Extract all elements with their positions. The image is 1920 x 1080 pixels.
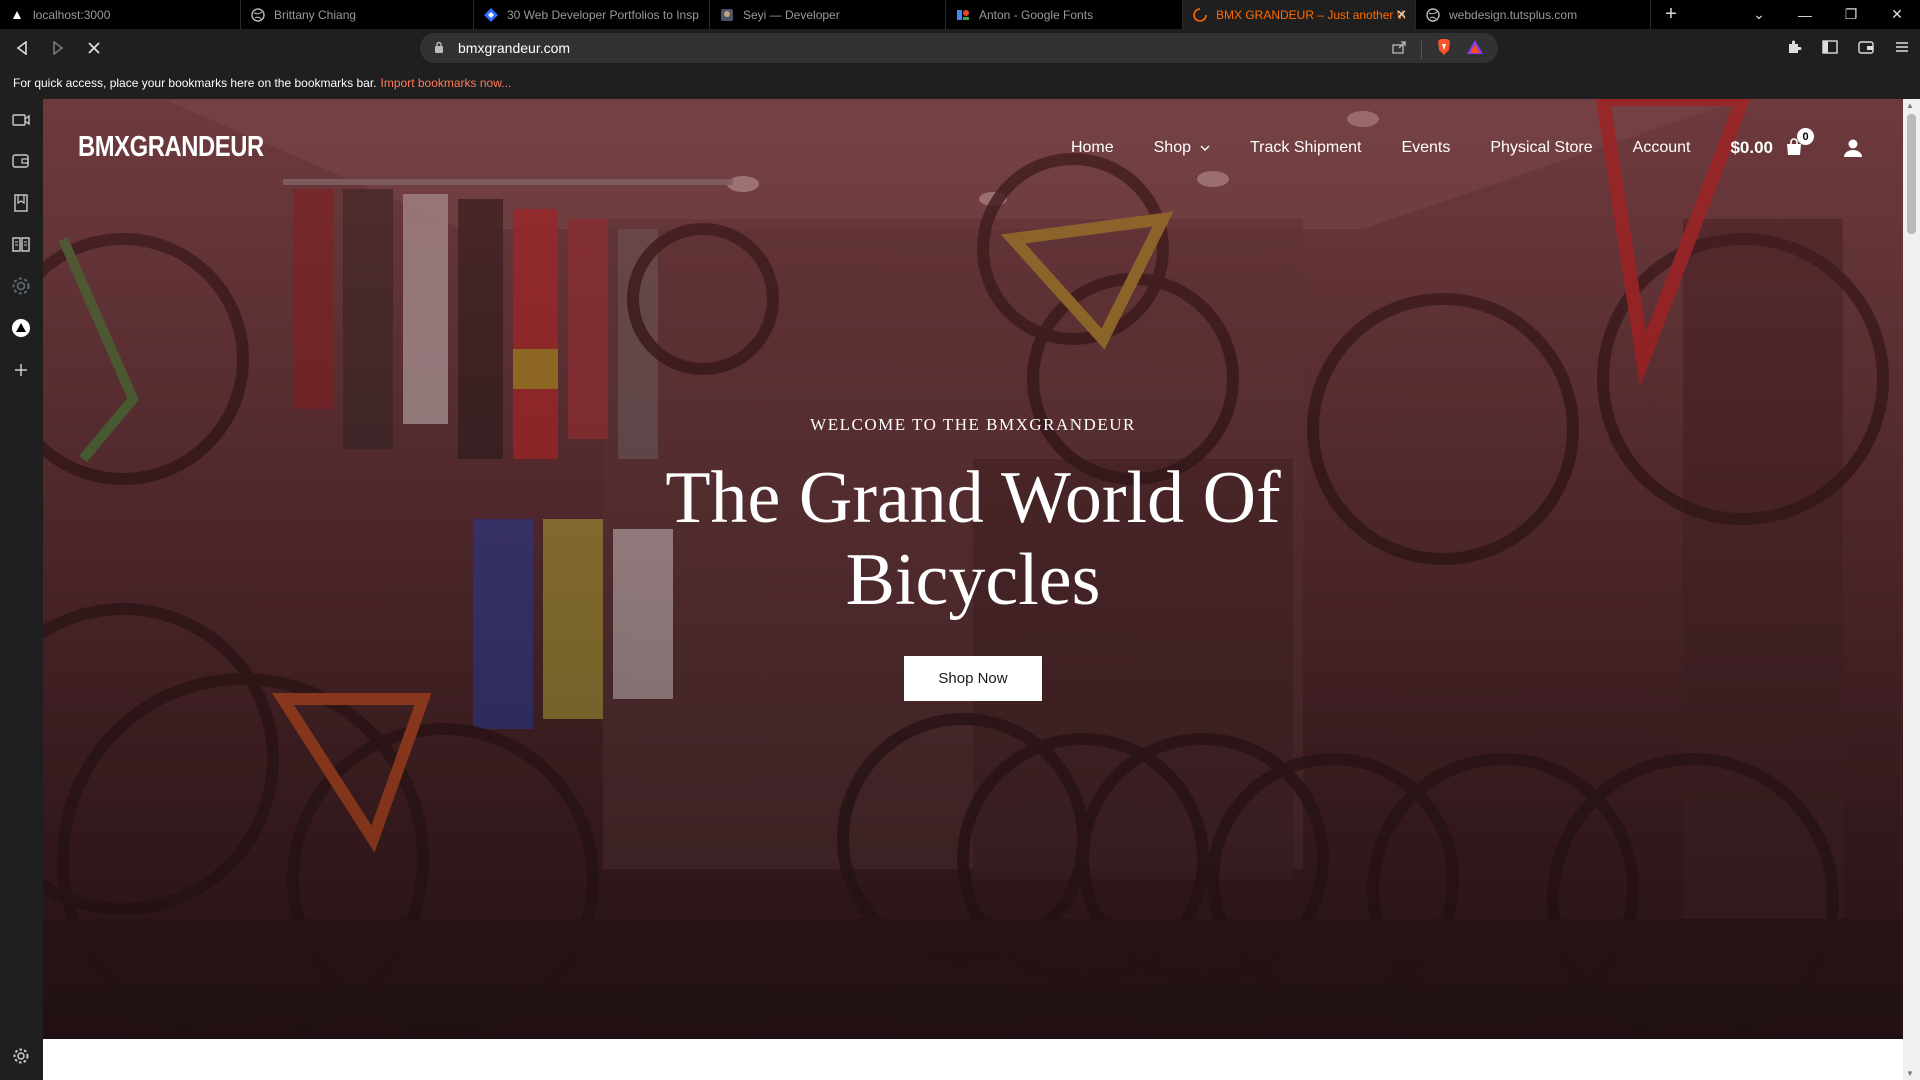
omnibox-divider	[1421, 40, 1422, 59]
settings-panel-icon[interactable]	[10, 275, 32, 297]
brave-shields-icon[interactable]	[1436, 38, 1452, 61]
forward-icon[interactable]	[44, 34, 72, 62]
nav-label: Track Shipment	[1250, 139, 1362, 156]
add-panel-icon[interactable]	[10, 359, 32, 381]
tab-brittany-chiang[interactable]: Brittany Chiang	[241, 0, 474, 29]
bookmarks-panel-icon[interactable]	[10, 192, 32, 214]
chevron-down-icon	[1200, 144, 1210, 155]
nav-label: Account	[1632, 139, 1691, 156]
scroll-up-icon[interactable]: ▲	[1906, 101, 1914, 110]
menu-icon[interactable]	[1892, 35, 1912, 59]
google-fonts-icon	[956, 8, 970, 22]
wallet-panel-icon[interactable]	[10, 150, 32, 172]
tab-webdesign-tutsplus[interactable]: webdesign.tutsplus.com	[1416, 0, 1651, 29]
nav-physical-store[interactable]: Physical Store	[1490, 139, 1592, 157]
sidebar-toggle-icon[interactable]	[1820, 35, 1840, 59]
hero-headline-line2: Bicycles	[845, 539, 1101, 621]
reading-list-icon[interactable]	[10, 233, 32, 255]
side-panel-settings-icon[interactable]	[10, 1045, 32, 1067]
page-viewport: BMXGRANDEUR Home Shop Track Shipment Eve…	[43, 99, 1920, 1080]
hero-section: BMXGRANDEUR Home Shop Track Shipment Eve…	[43, 99, 1903, 1039]
nav-label: Shop	[1153, 139, 1191, 156]
tab-label: Anton - Google Fonts	[979, 7, 1094, 22]
globe-icon	[1426, 7, 1440, 22]
nav-label: Events	[1401, 139, 1451, 156]
video-icon[interactable]	[10, 109, 32, 131]
cart-total: $0.00	[1730, 138, 1773, 157]
nav-label: Physical Store	[1490, 139, 1593, 156]
globe-icon	[251, 7, 265, 22]
extensions-icon[interactable]	[1784, 35, 1804, 59]
scrollbar-thumb[interactable]	[1907, 114, 1916, 234]
nav-account[interactable]: Account	[1633, 139, 1691, 157]
close-tab-icon[interactable]: ✕	[1396, 7, 1407, 23]
diamond-icon	[484, 7, 498, 22]
lock-icon	[434, 41, 448, 56]
tab-portfolios[interactable]: 30 Web Developer Portfolios to Inspire	[474, 0, 710, 29]
tab-anton-google-fonts[interactable]: Anton - Google Fonts	[946, 0, 1183, 29]
address-bar[interactable]: bmxgrandeur.com	[420, 33, 1498, 63]
minimize-icon[interactable]: —	[1782, 7, 1828, 23]
bookmarks-message: For quick access, place your bookmarks h…	[13, 76, 377, 90]
tab-label: localhost:3000	[33, 7, 111, 22]
hero-content: WELCOME TO THE BMXGRANDEUR The Grand Wor…	[43, 415, 1903, 701]
scroll-down-icon[interactable]: ▼	[1906, 1069, 1914, 1078]
browser-toolbar: bmxgrandeur.com	[0, 29, 1920, 67]
nav-events[interactable]: Events	[1401, 139, 1450, 157]
share-icon[interactable]	[1391, 39, 1407, 60]
stop-loading-icon[interactable]	[80, 34, 108, 62]
cart-button[interactable]: $0.00 0	[1730, 128, 1814, 158]
nav-track-shipment[interactable]: Track Shipment	[1250, 139, 1361, 157]
browser-side-panel	[0, 99, 43, 1080]
page-scrollbar[interactable]: ▲ ▼	[1903, 99, 1920, 1080]
tab-localhost[interactable]: localhost:3000	[0, 0, 241, 29]
tab-label: webdesign.tutsplus.com	[1449, 7, 1578, 22]
triangle-icon	[10, 8, 24, 22]
tab-strip: localhost:3000 Brittany Chiang 30 Web De…	[0, 0, 1920, 29]
bookmarks-bar: For quick access, place your bookmarks h…	[0, 67, 1920, 99]
cart-count-badge: 0	[1797, 128, 1814, 145]
nav-home[interactable]: Home	[1071, 139, 1114, 157]
url-text: bmxgrandeur.com	[458, 40, 571, 56]
avatar-icon	[720, 8, 734, 22]
hero-headline: The Grand World Of Bicycles	[43, 457, 1903, 621]
shopping-bag-icon: 0	[1785, 128, 1814, 158]
user-account-icon[interactable]	[1843, 138, 1863, 158]
brave-rewards-icon[interactable]	[1466, 39, 1484, 60]
tab-bmx-grandeur[interactable]: BMX GRANDEUR – Just another W ✕	[1183, 0, 1416, 29]
hero-eyebrow: WELCOME TO THE BMXGRANDEUR	[810, 415, 1136, 434]
nav-shop[interactable]: Shop	[1154, 139, 1210, 157]
tab-label: 30 Web Developer Portfolios to Inspire	[507, 7, 699, 22]
main-nav: Home Shop Track Shipment Events Physical…	[1071, 128, 1903, 160]
tab-label: Seyi — Developer	[743, 7, 840, 22]
nav-label: Home	[1070, 139, 1114, 156]
shop-now-button[interactable]: Shop Now	[904, 656, 1042, 701]
site-header: BMXGRANDEUR Home Shop Track Shipment Eve…	[43, 99, 1903, 194]
close-window-icon[interactable]: ✕	[1874, 6, 1920, 23]
import-bookmarks-link[interactable]: Import bookmarks now...	[381, 76, 512, 90]
loading-icon	[1193, 7, 1207, 22]
tab-label: BMX GRANDEUR – Just another W	[1216, 7, 1405, 22]
app-triangle-icon[interactable]	[10, 317, 32, 339]
wallet-icon[interactable]	[1856, 35, 1876, 59]
restore-icon[interactable]: ❐	[1828, 6, 1874, 23]
tab-search-chevron-icon[interactable]: ⌄	[1736, 6, 1782, 23]
hero-headline-line1: The Grand World Of	[665, 457, 1281, 539]
back-icon[interactable]	[8, 34, 36, 62]
tab-seyi-developer[interactable]: Seyi — Developer	[710, 0, 946, 29]
tab-label: Brittany Chiang	[274, 7, 357, 22]
new-tab-button[interactable]: +	[1651, 0, 1691, 29]
site-logo[interactable]: BMXGRANDEUR	[78, 131, 264, 164]
